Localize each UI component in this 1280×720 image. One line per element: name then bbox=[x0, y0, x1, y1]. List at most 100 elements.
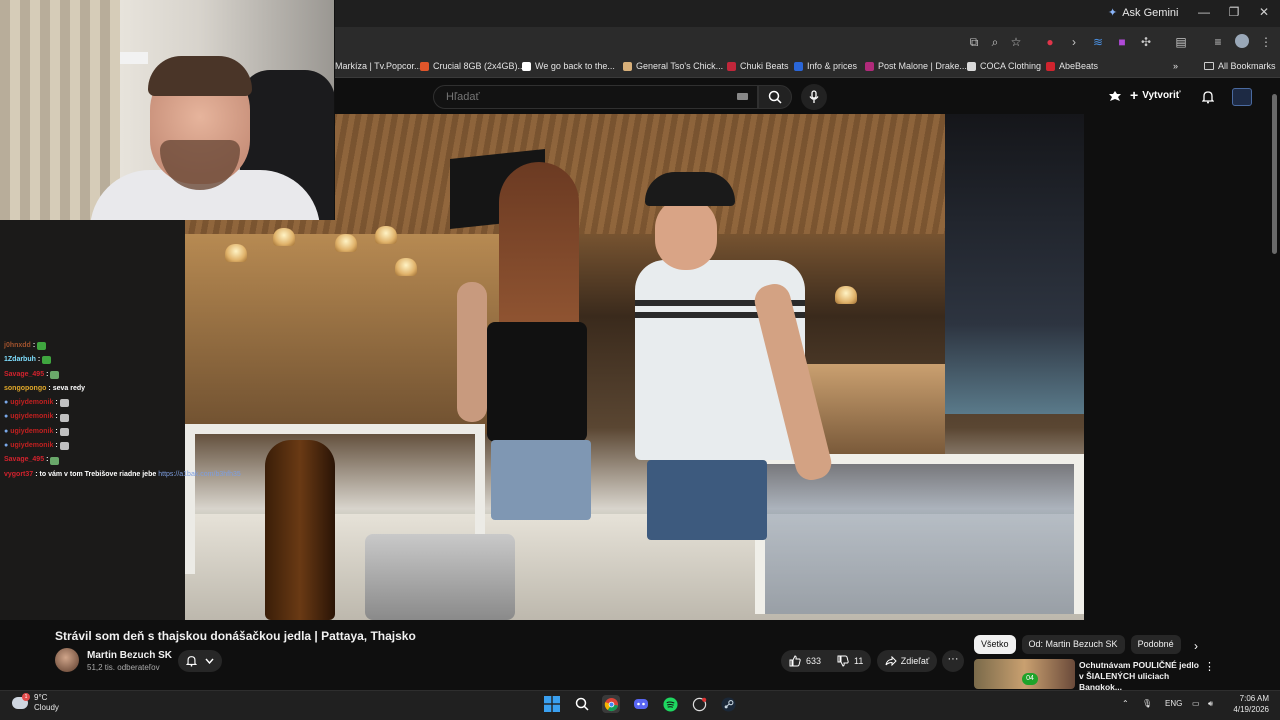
close-icon[interactable]: ✕ bbox=[1249, 5, 1279, 19]
search-icon bbox=[768, 90, 782, 104]
extension-purple-icon[interactable]: ■ bbox=[1114, 34, 1130, 50]
screen: ✦ Ask Gemini — ❐ ✕ ⧉ ⌕ ☆ ● › ≋ ■ ✣ ▤ ≡ ⋮… bbox=[0, 0, 1280, 720]
cast-icon[interactable]: ⧉ bbox=[966, 34, 982, 50]
chat-message: vygort37: to vám v tom Trebišove riadne j… bbox=[4, 468, 284, 482]
channel-name[interactable]: Martin Bezuch SK bbox=[87, 650, 172, 661]
voice-search-button[interactable] bbox=[801, 84, 827, 110]
bookmark-item[interactable]: Crucial 8GB (2x4GB)... bbox=[420, 61, 525, 71]
chip-all[interactable]: Všetko bbox=[974, 635, 1016, 654]
channel-avatar[interactable] bbox=[55, 648, 79, 672]
bookmark-item[interactable]: AbeBeats bbox=[1046, 61, 1098, 71]
chrome-icon[interactable] bbox=[602, 695, 620, 713]
thumbnail-badge: 04 bbox=[1022, 673, 1038, 685]
chat-text: to vám v tom Trebišove riadne jebe bbox=[39, 470, 157, 478]
create-button[interactable]: + Vytvoriť bbox=[1130, 87, 1181, 103]
minimize-icon[interactable]: — bbox=[1189, 5, 1219, 19]
ask-gemini-button[interactable]: ✦ Ask Gemini bbox=[1108, 6, 1179, 20]
zoom-icon[interactable]: ⌕ bbox=[987, 34, 1003, 50]
notifications-bell-icon[interactable] bbox=[1199, 88, 1217, 106]
chevron-right-icon[interactable]: › bbox=[1194, 639, 1198, 653]
bookmark-favicon-icon bbox=[967, 61, 976, 71]
sidepanel-icon[interactable]: ▤ bbox=[1173, 34, 1189, 50]
search-input[interactable] bbox=[434, 86, 724, 108]
menu-kebab-icon[interactable]: ⋮ bbox=[1258, 34, 1274, 50]
chat-badge-icon: ● bbox=[4, 427, 9, 435]
bell-icon bbox=[186, 656, 197, 667]
chat-emote-icon bbox=[59, 442, 69, 451]
bookmark-item[interactable]: We go back to the... bbox=[522, 61, 615, 71]
all-bookmarks-button[interactable]: All Bookmarks bbox=[1204, 61, 1276, 71]
bookmark-item[interactable]: COCA Clothing bbox=[967, 61, 1041, 71]
dislike-count: 11 bbox=[854, 656, 864, 666]
chat-emote-icon bbox=[59, 427, 69, 436]
spotify-icon[interactable] bbox=[661, 695, 679, 713]
tray-volume-icon[interactable]: 🔊︎ bbox=[1208, 699, 1213, 709]
recommended-video-thumbnail[interactable]: 04 bbox=[974, 659, 1075, 689]
recommended-more-icon[interactable]: ⋮ bbox=[1204, 660, 1215, 673]
bookmark-favicon-icon bbox=[420, 61, 429, 71]
chat-message: Savage_495: bbox=[4, 368, 284, 382]
video-title: Strávil som deň s thajskou donášačkou je… bbox=[55, 629, 416, 643]
bookmark-item[interactable]: Markíza | Tv.Popcor... bbox=[335, 61, 422, 71]
profile-avatar-icon[interactable] bbox=[1234, 34, 1250, 50]
app-circle-icon[interactable] bbox=[690, 695, 708, 713]
extensions-puzzle-icon[interactable]: ✣ bbox=[1138, 34, 1154, 50]
tray-network-icon[interactable]: ▭ bbox=[1192, 699, 1200, 708]
like-button[interactable]: 633 bbox=[781, 650, 829, 672]
taskbar-search-icon[interactable] bbox=[573, 695, 591, 713]
extension-wave-icon[interactable]: ≋ bbox=[1090, 34, 1106, 50]
scrollbar-thumb[interactable] bbox=[1272, 94, 1277, 254]
system-clock[interactable]: 7:06 AM 4/19/2026 bbox=[1225, 693, 1269, 715]
video-scene-man bbox=[625, 172, 835, 612]
keyboard-icon[interactable] bbox=[737, 93, 748, 100]
weather-widget[interactable]: 1 9°C Cloudy bbox=[12, 693, 59, 713]
chat-badge-icon: ● bbox=[4, 413, 9, 421]
extension-red-icon[interactable]: ● bbox=[1042, 34, 1058, 50]
bookmark-item[interactable]: General Tso's Chick... bbox=[623, 61, 723, 71]
subscription-bell-button[interactable] bbox=[178, 650, 222, 672]
more-actions-icon[interactable]: ··· bbox=[942, 650, 964, 672]
chat-username: songopongo bbox=[4, 384, 47, 392]
account-avatar[interactable] bbox=[1232, 88, 1252, 106]
thumbs-down-icon bbox=[837, 655, 849, 667]
bookmark-star-icon[interactable]: ☆ bbox=[1008, 34, 1024, 50]
tray-chevron-up-icon[interactable]: ⌃ bbox=[1122, 699, 1129, 708]
tray-microphone-icon[interactable]: 🎙︎ bbox=[1142, 699, 1152, 708]
search-field[interactable] bbox=[433, 85, 758, 109]
bookmark-item[interactable]: Chuki Beats bbox=[727, 61, 789, 71]
recommended-video-title[interactable]: Ochutnávam POULIČNÉ jedlo v ŠIALENÝCH ul… bbox=[1079, 660, 1201, 693]
chat-message: ● ugiydemonik: bbox=[4, 439, 284, 453]
gemini-icon: ✦ bbox=[1108, 7, 1118, 19]
chip-related[interactable]: Podobné bbox=[1130, 635, 1181, 654]
chip-from-channel[interactable]: Od: Martin Bezuch SK bbox=[1021, 635, 1125, 654]
extension-arrow-icon[interactable]: › bbox=[1066, 34, 1082, 50]
ask-gemini-label: Ask Gemini bbox=[1122, 6, 1179, 19]
chat-username: ugiydemonik bbox=[10, 442, 54, 450]
search-button[interactable] bbox=[758, 85, 792, 109]
chat-message: 1Zdarbuh: bbox=[4, 353, 284, 367]
restore-icon[interactable]: ❐ bbox=[1219, 5, 1249, 19]
chat-link[interactable]: https://a1bak.com/b3hfh35 bbox=[158, 468, 241, 482]
video-scene-lamp bbox=[273, 228, 295, 246]
chat-message: ● ugiydemonik: bbox=[4, 396, 284, 410]
discord-icon[interactable] bbox=[632, 695, 650, 713]
bookmarks-overflow-icon[interactable]: » bbox=[1173, 61, 1178, 71]
chat-message: ● ugiydemonik: bbox=[4, 425, 284, 439]
windows-start-icon[interactable] bbox=[543, 695, 561, 713]
weather-temperature: 9°C bbox=[34, 693, 48, 702]
chat-badge-icon: ● bbox=[4, 442, 9, 450]
bookmark-item[interactable]: Post Malone | Drake... bbox=[865, 61, 967, 71]
chevron-down-icon bbox=[205, 658, 214, 664]
chat-message: j0hnxdd: bbox=[4, 339, 284, 353]
chat-username: j0hnxdd bbox=[4, 342, 31, 349]
media-icon[interactable]: ≡ bbox=[1210, 34, 1226, 50]
steam-icon[interactable] bbox=[719, 695, 737, 713]
weather-badge: 1 bbox=[22, 693, 30, 701]
extension-gear-icon[interactable] bbox=[1106, 88, 1124, 106]
dislike-button[interactable]: 11 bbox=[829, 650, 871, 672]
share-button[interactable]: Zdieľať bbox=[877, 650, 937, 672]
like-dislike-group: 633 11 bbox=[781, 650, 871, 672]
bookmark-item[interactable]: Info & prices bbox=[794, 61, 857, 71]
chat-username: ugiydemonik bbox=[10, 413, 54, 421]
input-language[interactable]: ENG bbox=[1165, 699, 1182, 708]
